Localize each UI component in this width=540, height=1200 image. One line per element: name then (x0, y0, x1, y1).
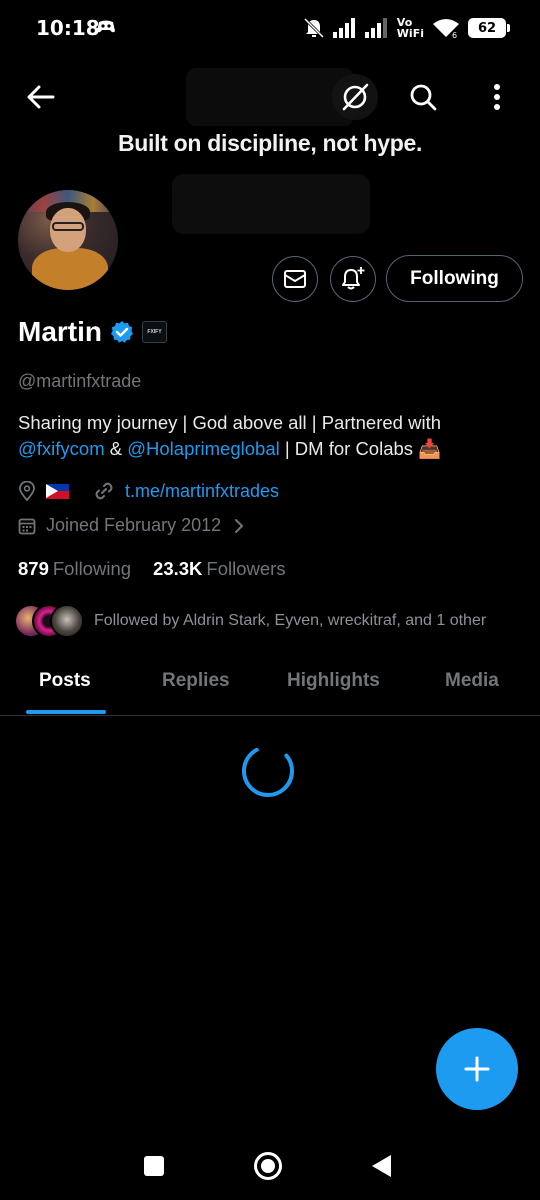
following-count-link[interactable]: 879 Following (18, 558, 131, 580)
joined-date: Joined February 2012 (46, 515, 222, 535)
website-link[interactable]: t.me/martinfxtrades (125, 481, 279, 502)
followed-by-row[interactable]: Followed by Aldrin Stark, Eyven, wreckit… (14, 604, 486, 638)
username-handle: @martinfxtrade (18, 371, 142, 391)
location-website-row: t.me/martinfxtrades (18, 480, 279, 502)
mute-bell-icon (303, 17, 324, 39)
battery-indicator: 62 (468, 18, 510, 38)
follower-avatar (50, 604, 84, 638)
calendar-icon (18, 518, 36, 534)
signal-icon-1 (332, 18, 355, 38)
verified-icon[interactable] (110, 320, 134, 344)
affiliate-badge[interactable]: FXIFY (142, 321, 167, 343)
mail-icon (284, 270, 306, 288)
bio-text: & (104, 438, 128, 459)
game-controller-icon (97, 20, 115, 33)
follow-counts: 879 Following 23.3K Followers (18, 558, 286, 580)
active-tab-indicator (26, 710, 106, 714)
followers-count-link[interactable]: 23.3K Followers (153, 558, 286, 580)
tab-posts[interactable]: Posts (39, 670, 91, 692)
tab-replies[interactable]: Replies (162, 670, 230, 692)
tab-media[interactable]: Media (445, 670, 499, 692)
tab-highlights[interactable]: Highlights (287, 670, 380, 692)
search-icon (410, 84, 437, 111)
banner-shape (172, 174, 370, 234)
avatar-photo (18, 190, 118, 290)
bio-text: | DM for Colabs 📥 (279, 438, 442, 459)
follower-avatars (14, 604, 84, 638)
avatar[interactable] (14, 186, 122, 294)
chevron-right-icon (235, 518, 244, 533)
banner-shape (186, 68, 354, 126)
philippines-flag-icon (46, 483, 69, 499)
notify-button[interactable] (330, 256, 376, 302)
banner-text: Built on discipline, not hype. (117, 130, 423, 156)
svg-text:6: 6 (452, 31, 457, 39)
mention-link-holaprime[interactable]: @Holaprimeglobal (127, 438, 279, 459)
more-options-button[interactable] (474, 74, 520, 120)
search-button[interactable] (400, 74, 446, 120)
status-bar: 10:18 Vo WiFi 6 62 (0, 0, 540, 56)
status-icons: Vo WiFi 6 62 (303, 14, 510, 42)
status-time: 10:18 (36, 16, 100, 40)
link-icon (95, 482, 113, 500)
home-button[interactable] (254, 1152, 282, 1180)
system-back-button[interactable] (372, 1155, 391, 1177)
bell-plus-icon (342, 267, 365, 290)
plus-icon (464, 1056, 490, 1082)
system-nav-bar (0, 1140, 540, 1200)
wifi-icon: 6 (433, 19, 459, 39)
followed-by-text: Followed by Aldrin Stark, Eyven, wreckit… (94, 612, 487, 629)
compose-button[interactable] (436, 1028, 518, 1110)
display-name: Martin (18, 316, 102, 347)
grok-icon (342, 83, 369, 111)
profile-tabs: Posts Replies Highlights Media (0, 660, 540, 716)
loading-spinner-icon (242, 745, 294, 797)
name-row: Martin FXIFY (18, 316, 167, 348)
message-button[interactable] (272, 256, 318, 302)
joined-row[interactable]: Joined February 2012 (18, 515, 245, 536)
back-button[interactable] (18, 74, 64, 120)
profile-bio: Sharing my journey | God above all | Par… (18, 410, 523, 462)
vowifi-label: Vo WiFi (396, 16, 424, 40)
signal-icon-2 (364, 18, 387, 38)
following-button[interactable]: Following (386, 255, 523, 302)
location-icon (19, 481, 35, 501)
mention-link-fxify[interactable]: @fxifycom (18, 438, 105, 459)
grok-button[interactable] (332, 74, 378, 120)
bio-text: Sharing my journey | God above all | Par… (18, 412, 441, 433)
more-icon (494, 84, 500, 110)
back-arrow-icon (27, 85, 55, 109)
recents-button[interactable] (144, 1156, 164, 1176)
